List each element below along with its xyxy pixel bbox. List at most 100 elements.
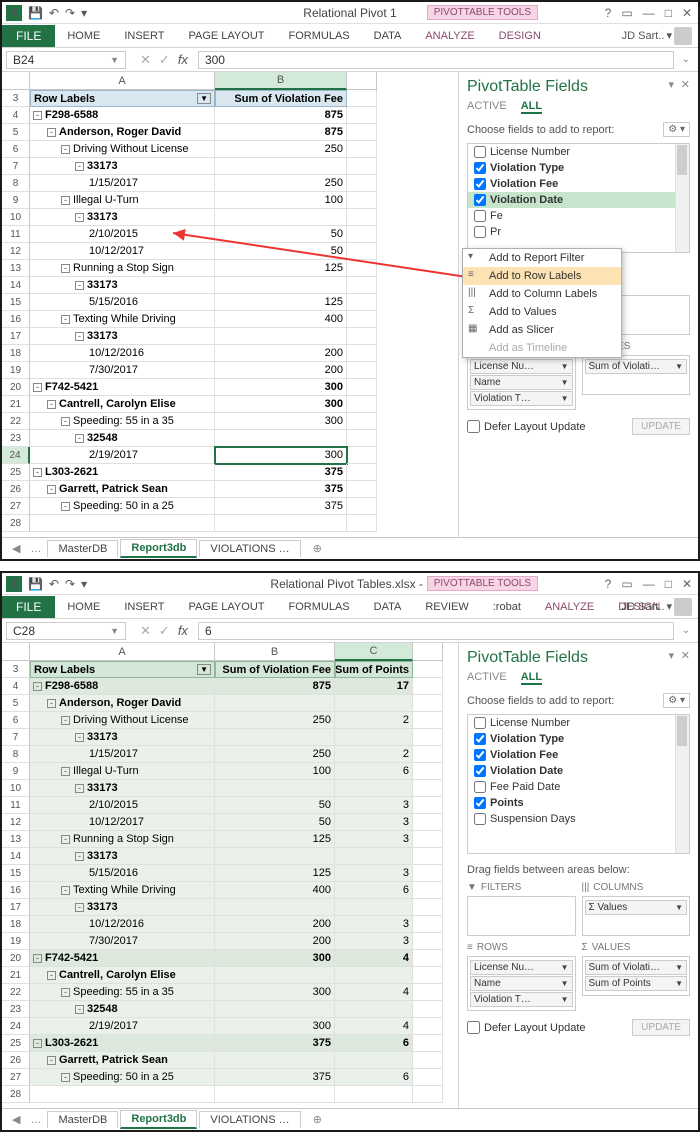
row-header[interactable]: 9 bbox=[2, 763, 30, 780]
row-header[interactable]: 16 bbox=[2, 882, 30, 899]
rows-area[interactable]: License Nu…▼Name▼Violation T…▼ bbox=[467, 355, 576, 410]
qat-button[interactable]: ↷ bbox=[65, 577, 75, 591]
collapse-icon[interactable]: - bbox=[47, 1056, 56, 1065]
grid-cell[interactable]: 4 bbox=[335, 1018, 413, 1035]
window-button[interactable]: □ bbox=[665, 577, 672, 591]
row-header[interactable]: 14 bbox=[2, 277, 30, 294]
pane-tab[interactable]: ACTIVE bbox=[467, 100, 507, 114]
field-checkbox[interactable] bbox=[474, 162, 486, 174]
values-area[interactable]: Sum of Violati…▼ bbox=[582, 355, 691, 395]
grid-cell[interactable]: 300 bbox=[215, 950, 335, 967]
grid-cell[interactable]: -Texting While Driving bbox=[30, 311, 215, 328]
grid-cell[interactable]: 375 bbox=[215, 1035, 335, 1052]
gear-icon[interactable]: ⚙ ▾ bbox=[663, 122, 690, 137]
collapse-icon[interactable]: - bbox=[47, 699, 56, 708]
ribbon-tab[interactable]: REVIEW bbox=[413, 597, 480, 617]
grid-cell[interactable]: 300 bbox=[215, 447, 347, 464]
grid-cell[interactable] bbox=[215, 967, 335, 984]
scrollbar-thumb[interactable] bbox=[677, 716, 687, 746]
field-checkbox[interactable] bbox=[474, 226, 486, 238]
collapse-icon[interactable]: - bbox=[61, 417, 70, 426]
area-chip[interactable]: Name▼ bbox=[470, 976, 573, 991]
collapse-icon[interactable]: - bbox=[75, 1005, 84, 1014]
collapse-icon[interactable]: - bbox=[33, 682, 42, 691]
grid-cell[interactable]: 4 bbox=[335, 950, 413, 967]
sheet-tab[interactable]: Report3db bbox=[120, 539, 197, 558]
field-item[interactable]: Suspension Days bbox=[468, 811, 689, 827]
grid-cell[interactable]: 3 bbox=[335, 933, 413, 950]
area-chip[interactable]: Sum of Points▼ bbox=[585, 976, 688, 991]
grid-cell[interactable] bbox=[30, 515, 215, 532]
window-button[interactable]: — bbox=[643, 6, 655, 20]
scrollbar[interactable] bbox=[675, 144, 689, 252]
pane-tab[interactable]: ALL bbox=[521, 671, 542, 685]
collapse-icon[interactable]: - bbox=[75, 332, 84, 341]
area-chip[interactable]: Name▼ bbox=[470, 375, 573, 390]
field-item[interactable]: Violation Type bbox=[468, 160, 689, 176]
grid-cell[interactable]: 400 bbox=[215, 311, 347, 328]
grid-cell[interactable]: 875 bbox=[215, 678, 335, 695]
row-header[interactable]: 13 bbox=[2, 831, 30, 848]
grid-cell[interactable]: 7/30/2017 bbox=[30, 933, 215, 950]
grid-cell[interactable] bbox=[215, 209, 347, 226]
cancel-icon[interactable]: ✕ bbox=[140, 623, 151, 639]
column-header[interactable] bbox=[347, 72, 377, 90]
row-header[interactable]: 25 bbox=[2, 1035, 30, 1052]
filter-dropdown-icon[interactable]: ▼ bbox=[197, 664, 211, 675]
grid-cell[interactable] bbox=[335, 780, 413, 797]
row-header[interactable]: 14 bbox=[2, 848, 30, 865]
ribbon-tab[interactable]: :robat bbox=[481, 597, 533, 617]
collapse-icon[interactable]: - bbox=[61, 1073, 70, 1082]
gear-icon[interactable]: ⚙ ▾ bbox=[663, 693, 690, 708]
grid-cell[interactable] bbox=[215, 1001, 335, 1018]
ribbon-tab[interactable]: PAGE LAYOUT bbox=[176, 597, 276, 617]
grid-cell[interactable]: 200 bbox=[215, 345, 347, 362]
sheet-tab[interactable]: MasterDB bbox=[47, 1111, 118, 1128]
chevron-down-icon[interactable]: ▼ bbox=[675, 979, 683, 988]
field-checkbox[interactable] bbox=[474, 781, 486, 793]
grid-cell[interactable] bbox=[215, 515, 347, 532]
grid-cell[interactable]: -Speeding: 55 in a 35 bbox=[30, 413, 215, 430]
grid-cell[interactable]: -L303-2621 bbox=[30, 1035, 215, 1052]
pane-tab[interactable]: ALL bbox=[521, 100, 542, 114]
collapse-icon[interactable]: - bbox=[75, 434, 84, 443]
ribbon-tab[interactable]: PAGE LAYOUT bbox=[176, 26, 276, 46]
row-header[interactable]: 23 bbox=[2, 1001, 30, 1018]
grid-cell[interactable]: -Garrett, Patrick Sean bbox=[30, 481, 215, 498]
grid-cell[interactable]: 300 bbox=[215, 1018, 335, 1035]
collapse-icon[interactable]: - bbox=[33, 383, 42, 392]
collapse-icon[interactable]: - bbox=[33, 954, 42, 963]
grid-cell[interactable]: 200 bbox=[215, 916, 335, 933]
ribbon-tab[interactable]: INSERT bbox=[112, 597, 176, 617]
grid-cell[interactable]: -32548 bbox=[30, 430, 215, 447]
field-item[interactable]: Fe bbox=[468, 208, 689, 224]
row-header[interactable]: 23 bbox=[2, 430, 30, 447]
pivot-header-cell[interactable]: Row Labels▼ bbox=[30, 661, 215, 678]
ribbon-tab[interactable]: FORMULAS bbox=[277, 597, 362, 617]
grid-cell[interactable]: 50 bbox=[215, 226, 347, 243]
chevron-down-icon[interactable]: ▼ bbox=[561, 979, 569, 988]
field-checkbox[interactable] bbox=[474, 749, 486, 761]
grid-cell[interactable]: 125 bbox=[215, 260, 347, 277]
row-header[interactable]: 18 bbox=[2, 345, 30, 362]
grid-cell[interactable] bbox=[215, 328, 347, 345]
collapse-icon[interactable]: - bbox=[61, 502, 70, 511]
column-header[interactable]: B bbox=[215, 72, 347, 90]
row-header[interactable]: 19 bbox=[2, 362, 30, 379]
collapse-icon[interactable]: - bbox=[75, 733, 84, 742]
grid-cell[interactable]: -Running a Stop Sign bbox=[30, 831, 215, 848]
qat-button[interactable]: 💾 bbox=[28, 577, 43, 591]
field-item[interactable]: Violation Fee bbox=[468, 176, 689, 192]
row-header[interactable]: 13 bbox=[2, 260, 30, 277]
row-header[interactable]: 7 bbox=[2, 158, 30, 175]
window-button[interactable]: ✕ bbox=[682, 6, 692, 20]
row-header[interactable]: 21 bbox=[2, 396, 30, 413]
row-header[interactable]: 11 bbox=[2, 226, 30, 243]
grid-cell[interactable]: 5/15/2016 bbox=[30, 865, 215, 882]
field-checkbox[interactable] bbox=[474, 813, 486, 825]
add-sheet-button[interactable]: ⊕ bbox=[303, 540, 332, 557]
grid-cell[interactable]: 6 bbox=[335, 882, 413, 899]
grid-cell[interactable]: 300 bbox=[215, 413, 347, 430]
column-header[interactable]: C bbox=[335, 643, 413, 661]
grid-cell[interactable]: -33173 bbox=[30, 780, 215, 797]
